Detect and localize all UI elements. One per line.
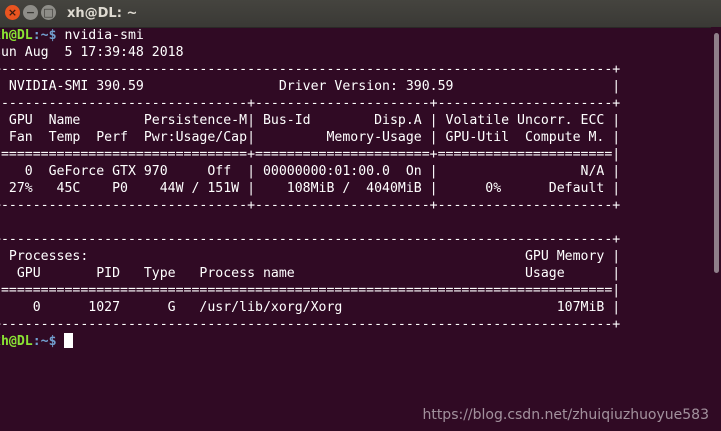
terminal-output[interactable]: xh@DL:~$ nvidia-smi Sun Aug 5 17:39:48 2… — [0, 27, 711, 431]
maximize-icon: □ — [43, 6, 54, 19]
prompt-user-host: xh@DL — [0, 28, 33, 43]
prompt-line: xh@DL:~$ — [0, 333, 711, 350]
output-line: Sun Aug 5 17:39:48 2018 — [0, 45, 184, 60]
command-line: xh@DL:~$ nvidia-smi — [0, 27, 711, 44]
close-button[interactable]: × — [5, 5, 20, 20]
output-line: +-------------------------------+-------… — [0, 198, 621, 213]
prompt-path: :~$ — [32, 28, 65, 43]
minimize-button[interactable]: − — [23, 5, 38, 20]
output-line: +---------------------------------------… — [0, 62, 621, 77]
maximize-button[interactable]: □ — [41, 5, 56, 20]
output-line: | 27% 45C P0 44W / 151W | 108MiB / 4040M… — [0, 181, 621, 196]
prompt-user-host: xh@DL — [0, 334, 33, 349]
output-line: +---------------------------------------… — [0, 317, 621, 332]
output-line: | Processes: GPU Memory | — [0, 249, 621, 264]
text-cursor — [64, 333, 74, 348]
scrollbar-thumb[interactable] — [714, 33, 719, 273]
minimize-icon: − — [25, 6, 36, 19]
output-line: | 0 GeForce GTX 970 Off | 00000000:01:00… — [0, 164, 621, 179]
title-bar[interactable]: × − □ xh@DL: ~ — [0, 0, 721, 28]
command-text: nvidia-smi — [64, 28, 144, 43]
scrollbar[interactable] — [711, 27, 721, 431]
output-line: |=======================================… — [0, 283, 621, 298]
output-line: +---------------------------------------… — [0, 232, 621, 247]
close-icon: × — [7, 6, 18, 19]
terminal-window: × − □ xh@DL: ~ xh@DL:~$ nvidia-smi Sun A… — [0, 0, 721, 431]
prompt-path: :~$ — [32, 334, 65, 349]
window-title: xh@DL: ~ — [67, 6, 138, 21]
output-line: | GPU Name Persistence-M| Bus-Id Disp.A … — [0, 113, 621, 128]
output-line: | NVIDIA-SMI 390.59 Driver Version: 390.… — [0, 79, 621, 94]
watermark: https://blog.csdn.net/zhuiqiuzhuoyue583 — [422, 407, 709, 423]
output-line: | 0 1027 G /usr/lib/xorg/Xorg 107MiB | — [0, 300, 621, 315]
output-line: |===============================+=======… — [0, 147, 621, 162]
output-line: | Fan Temp Perf Pwr:Usage/Cap| Memory-Us… — [0, 130, 621, 145]
output-line: | GPU PID Type Process name Usage | — [0, 266, 621, 281]
output-line: |-------------------------------+-------… — [0, 96, 621, 111]
